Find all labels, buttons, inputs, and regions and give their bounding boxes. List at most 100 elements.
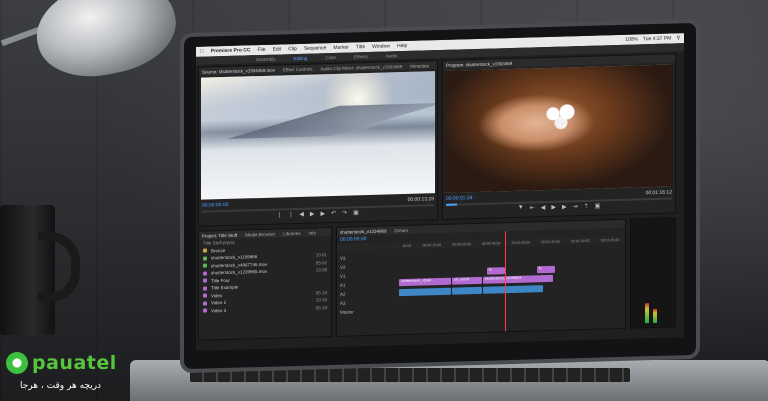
lift-icon[interactable]: ⇡ [584,203,589,210]
tab-dream[interactable]: Dream [395,227,409,232]
workspace-editing[interactable]: Editing [294,55,308,60]
app-name[interactable]: Premiere Pro CC [211,47,251,54]
project-item-duration: 10:01 [315,252,327,258]
export-frame-icon[interactable]: ▣ [595,203,601,210]
menu-sequence[interactable]: Sequence [304,45,327,52]
program-monitor: Program: shutterstock_v1903469 00:00:01:… [442,53,676,220]
project-item-duration: 05:02 [315,259,327,266]
mark-out-icon[interactable]: ❳ [288,211,293,218]
tab-effect-controls[interactable]: Effect Controls [283,66,312,72]
program-timecode-duration: 00:01:16:12 [645,189,672,197]
label-color-swatch [203,301,207,306]
overwrite-icon[interactable]: ↷ [342,210,347,217]
menubar-clock[interactable]: Tue 4:37 PM [643,36,671,43]
mountain-range [201,103,435,140]
project-item-duration: 10:16 [315,297,327,303]
label-color-swatch [203,248,207,253]
menu-file[interactable]: File [258,47,266,53]
label-color-swatch [203,308,207,313]
pauatel-logo-icon [6,352,28,374]
go-to-out-icon[interactable]: ⇥ [573,203,578,210]
timeline-playhead[interactable] [505,231,506,332]
label-color-swatch [203,286,207,291]
program-timecode-current[interactable]: 00:00:01:28 [446,195,472,202]
tab-media-browser[interactable]: Media Browser [245,231,275,237]
label-color-swatch [203,293,207,298]
video-clip[interactable]: shutterstock_v1039664 [483,274,553,284]
meter-left [645,303,649,324]
premiere-screen:  Premiere Pro CC File Edit Clip Sequenc… [196,33,684,351]
project-item-duration: 05:18 [315,289,327,296]
watermark-name: pauatel [32,352,117,374]
workspace-assembly[interactable]: Assembly [256,56,276,62]
menu-title[interactable]: Title [356,44,365,50]
audio-clip[interactable] [452,286,482,295]
white-flowers [540,101,581,133]
project-item-duration: 05:18 [315,304,327,311]
track-headers: V3 V2 V1 A1 A2 A3 Master [340,252,390,316]
ruler-mark: 00:00 [402,243,412,248]
play-icon[interactable]: ▶ [310,211,315,218]
video-clip[interactable]: shutterstock_v1043 [399,277,451,287]
label-color-swatch [203,263,207,268]
meter-right [653,308,657,324]
menu-window[interactable]: Window [372,43,390,49]
source-timecode-duration: 00:00:13:28 [407,196,434,203]
project-panel: Project: Title Stuff Media Browser Libra… [198,227,332,341]
menu-marker[interactable]: Marker [333,45,349,51]
source-timecode-current[interactable]: 00:00:00:00 [202,202,228,209]
workspace-effects[interactable]: Effects [354,54,368,59]
workspace-audio[interactable]: Audio [386,53,398,58]
step-forward-icon[interactable]: ▶ [320,210,325,217]
timeline-ruler[interactable]: 00:00 00:00:15:00 00:00:30:00 00:00:45:0… [337,235,625,251]
tab-audio-clip-mixer[interactable]: Audio Clip Mixer: shutterstock_v1903469 [320,64,402,71]
timeline-timecode[interactable]: 00:00:00:00 [340,236,366,243]
project-item-duration: 13:28 [315,267,327,273]
tab-source[interactable]: Source: shutterstock_v1934469.mov [202,67,275,74]
source-video-frame[interactable] [201,71,435,200]
go-to-in-icon[interactable]: ⇤ [530,204,535,211]
mark-in-icon[interactable]: ❲ [277,211,282,218]
tab-libraries[interactable]: Libraries [283,230,300,235]
title-clip[interactable]: fx [487,267,505,275]
battery-indicator[interactable]: 100% [625,36,638,42]
step-forward-icon[interactable]: ▶ [562,203,567,210]
play-icon[interactable]: ▶ [551,204,556,211]
ruler-mark: 00:01:00:00 [511,239,531,245]
tab-sequence[interactable]: shutterstock_v1234969 [340,228,387,234]
source-monitor: Source: shutterstock_v1934469.mov Effect… [198,60,438,227]
export-frame-icon[interactable]: ▣ [353,209,359,216]
tab-metadata[interactable]: Metadata [410,63,429,69]
program-video-frame[interactable] [445,64,673,193]
ruler-mark: 00:00:30:00 [452,241,471,247]
project-item-list: Bronze shutterstock_v1199866 10:01 shutters… [199,244,331,315]
add-marker-icon[interactable]: ▼ [518,205,524,212]
track-label-master[interactable]: Master [340,306,390,316]
apple-icon[interactable]:  [200,49,204,55]
tab-info[interactable]: Info [308,230,316,235]
menu-clip[interactable]: Clip [288,46,297,52]
search-icon[interactable]: ⚲ [676,35,680,41]
title-clip[interactable]: fx [537,265,555,274]
insert-icon[interactable]: ↶ [331,210,336,217]
timeline-panel: shutterstock_v1234969 Dream 00:00:00:00 … [336,218,626,337]
project-item-name: Video 3 [211,307,227,314]
audio-clip[interactable] [399,287,451,297]
ruler-mark: 00:00:45:00 [481,240,501,246]
tab-program[interactable]: Program: shutterstock_v1903469 [446,60,512,67]
audio-clip[interactable] [483,285,543,294]
audio-meters [630,217,676,329]
ruler-mark: 00:00:15:00 [422,242,442,247]
video-clip[interactable]: sh_v1039 [452,276,482,285]
watermark-tagline: دریچه هر وقت ، هرجا [20,381,102,391]
ruler-mark: 00:01:15:00 [541,239,560,244]
workspace-color[interactable]: Color [325,54,336,59]
menu-edit[interactable]: Edit [273,46,282,52]
step-back-icon[interactable]: ◀ [541,204,546,211]
tab-project[interactable]: Project: Title Stuff [202,232,237,238]
step-back-icon[interactable]: ◀ [299,211,304,218]
project-file-label: Title Stuff.prproj [203,239,235,246]
menu-help[interactable]: Help [397,43,407,49]
label-color-swatch [203,271,207,276]
laptop:  Premiere Pro CC File Edit Clip Sequenc… [180,18,700,374]
